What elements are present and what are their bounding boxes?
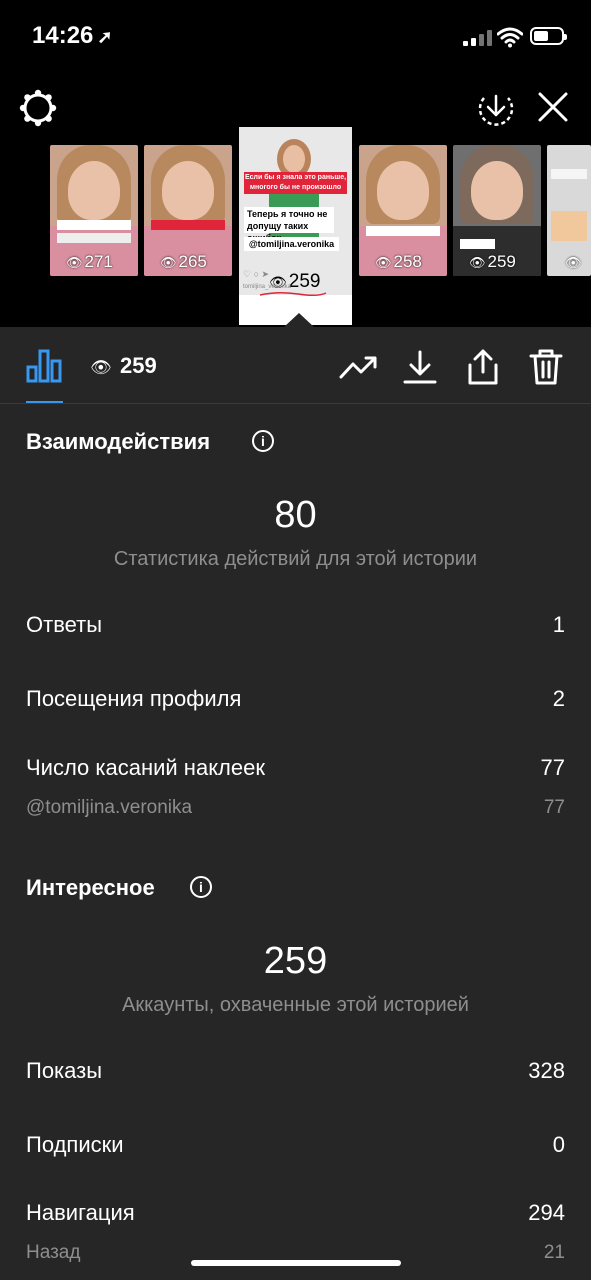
- story-view-count: 👁 271: [66, 252, 113, 271]
- sticker-sub-value: 77: [543, 797, 565, 818]
- sticker-sub-label: @tomiljina.veronika: [26, 797, 193, 818]
- story-caption-red: Если бы я знала это раньше, многого бы н…: [244, 172, 347, 194]
- story-thumbnail[interactable]: 👁 258: [359, 145, 447, 276]
- story-view-count: 👁 265: [160, 252, 207, 271]
- wifi-icon: [497, 27, 523, 48]
- download-circle-icon[interactable]: [476, 88, 516, 128]
- stat-row-label: Навигация: [26, 1200, 135, 1225]
- story-thumbnail[interactable]: 👁 265: [144, 145, 232, 276]
- navigation-sub-label: Назад: [26, 1242, 81, 1263]
- stat-row-label: Показы: [26, 1058, 103, 1083]
- story-thumbnail[interactable]: 👁: [547, 145, 591, 276]
- location-arrow-icon: ➚: [97, 27, 113, 47]
- settings-gear-icon[interactable]: [18, 88, 58, 128]
- eye-icon: 👁: [469, 255, 486, 270]
- stat-row-value: 2: [552, 686, 565, 711]
- views-count: 259: [120, 353, 157, 378]
- story-view-count: 👁 259: [469, 252, 516, 271]
- signal-icon: [463, 30, 493, 46]
- stat-row-label: Ответы: [26, 612, 103, 637]
- eye-icon: 👁: [90, 358, 112, 377]
- stat-row-value: 328: [528, 1058, 565, 1083]
- active-tab-indicator: [26, 401, 63, 403]
- discovery-total: 259: [263, 940, 328, 982]
- stat-row-label: Посещения профиля: [26, 686, 242, 711]
- section-title-interactions: Взаимодействия: [26, 429, 211, 454]
- eye-icon: 👁: [160, 255, 177, 270]
- eye-icon: 👁: [565, 255, 582, 270]
- battery-icon: [530, 27, 567, 45]
- stat-row-value: 294: [528, 1200, 565, 1225]
- discovery-total-label: Аккаунты, охваченные этой историей: [122, 994, 469, 1016]
- interactions-total: 80: [274, 494, 317, 536]
- story-thumbnail[interactable]: 👁 271: [50, 145, 138, 276]
- story-action-icons: ♡ ○ ➤: [243, 269, 270, 279]
- story-thumbnail[interactable]: 👁 259: [453, 145, 541, 276]
- stat-row-value: 0: [552, 1132, 565, 1157]
- trending-icon[interactable]: [338, 347, 378, 387]
- share-icon[interactable]: [463, 347, 503, 387]
- story-view-count: 👁 258: [375, 252, 422, 271]
- info-icon[interactable]: i: [252, 430, 274, 452]
- home-indicator[interactable]: [191, 1260, 401, 1266]
- close-icon[interactable]: [536, 90, 570, 124]
- stat-row-value: 1: [552, 612, 565, 637]
- stat-row-label: Число касаний наклеек: [26, 755, 265, 780]
- stat-row-value: 77: [540, 755, 565, 780]
- story-caption-white: Теперь я точно не допущу таких ошибок: [244, 207, 334, 243]
- story-mention-sticker: @tomiljina.veronika: [244, 237, 339, 251]
- download-icon[interactable]: [400, 347, 440, 387]
- selection-pointer: [284, 313, 314, 327]
- interactions-total-label: Статистика действий для этой истории: [113, 548, 478, 570]
- red-scribble: [259, 291, 327, 297]
- eye-icon: 👁: [66, 255, 83, 270]
- insights-bar-chart-icon[interactable]: [26, 349, 62, 383]
- story-view-count: 👁: [565, 252, 584, 272]
- trash-icon[interactable]: [526, 347, 566, 387]
- eye-icon: 👁: [375, 255, 392, 270]
- section-title-discovery: Интересное: [26, 875, 155, 900]
- stat-row-label: Подписки: [26, 1132, 124, 1157]
- status-time: 14:26 ➚: [32, 22, 113, 49]
- navigation-sub-value: 21: [543, 1242, 565, 1263]
- insights-toolbar: 👁 259: [0, 327, 591, 404]
- info-icon[interactable]: i: [190, 876, 212, 898]
